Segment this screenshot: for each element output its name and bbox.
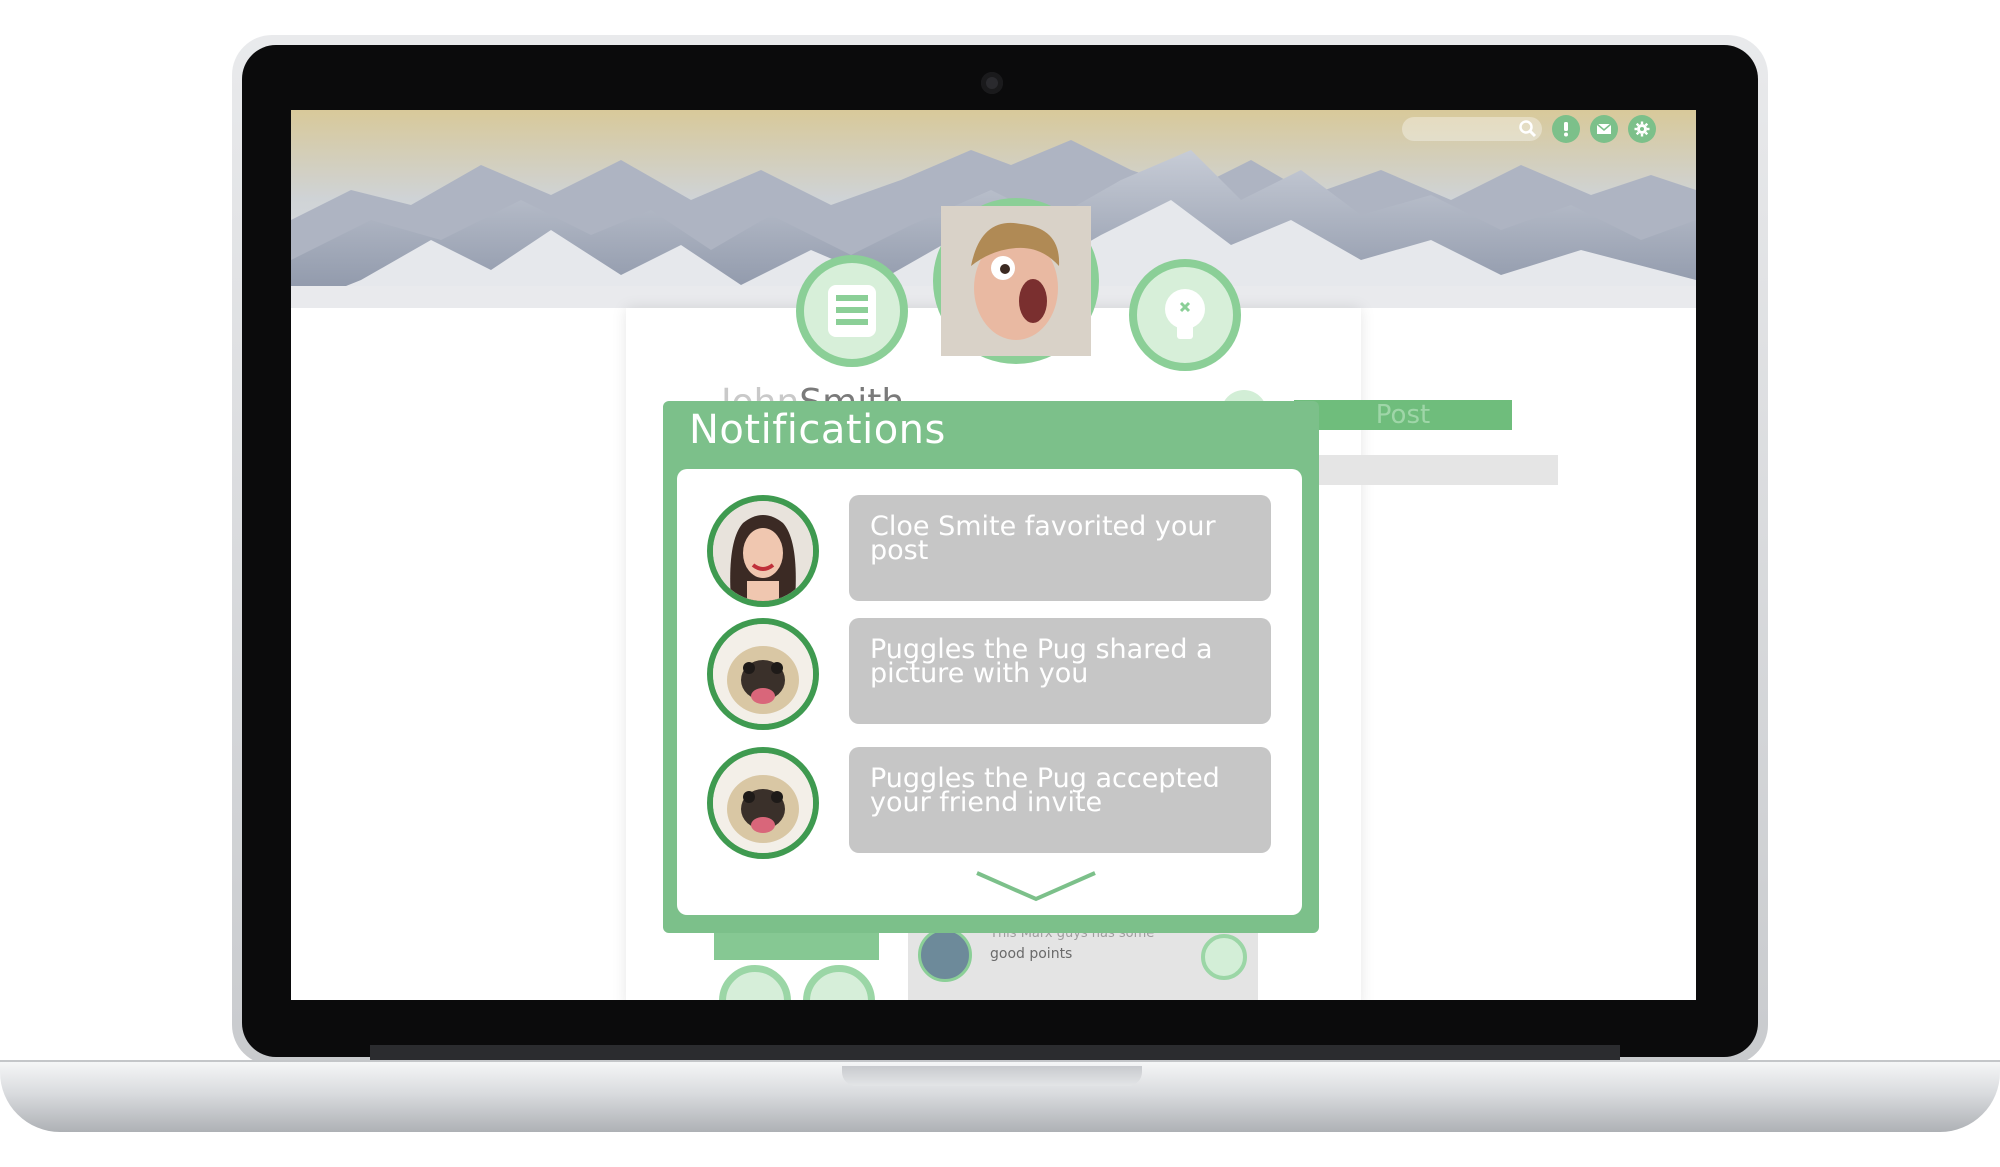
commenter-avatar bbox=[918, 928, 972, 982]
notifications-modal: Notifications Cloe Smite favorited your … bbox=[663, 401, 1319, 933]
notifications-list: Cloe Smite favorited your post Puggles t… bbox=[677, 469, 1302, 915]
lightbulb-icon bbox=[1165, 289, 1205, 339]
notification-item[interactable]: Cloe Smite favorited your post bbox=[677, 495, 1302, 607]
mail-icon bbox=[1596, 123, 1612, 134]
messages-button[interactable] bbox=[1590, 115, 1618, 143]
posts-button[interactable] bbox=[796, 255, 908, 367]
chevron-down-icon[interactable] bbox=[973, 869, 1099, 903]
post-button[interactable]: Post bbox=[1294, 400, 1512, 430]
ideas-button[interactable] bbox=[1129, 259, 1241, 371]
laptop-notch bbox=[842, 1066, 1142, 1086]
notification-text: Puggles the Pug accepted your friend inv… bbox=[849, 747, 1271, 853]
pug-avatar-image bbox=[713, 753, 813, 853]
book-icon[interactable] bbox=[1201, 934, 1247, 980]
webcam bbox=[981, 72, 1003, 94]
notification-item[interactable]: Puggles the Pug shared a picture with yo… bbox=[677, 618, 1302, 730]
header-controls bbox=[1402, 114, 1656, 144]
notification-text: Cloe Smite favorited your post bbox=[849, 495, 1271, 601]
pug-avatar[interactable] bbox=[707, 618, 819, 730]
notification-item[interactable]: Puggles the Pug accepted your friend inv… bbox=[677, 747, 1302, 859]
alerts-button[interactable] bbox=[1552, 115, 1580, 143]
gear-icon bbox=[1634, 121, 1650, 137]
settings-button[interactable] bbox=[1628, 115, 1656, 143]
laptop-hinge bbox=[370, 1045, 1620, 1061]
notifications-title: Notifications bbox=[689, 407, 946, 453]
user-avatar-image bbox=[941, 206, 1091, 356]
alert-icon bbox=[1564, 122, 1568, 137]
woman-avatar[interactable] bbox=[707, 495, 819, 607]
search-icon[interactable] bbox=[1518, 119, 1538, 139]
comment-text-line2: good points bbox=[990, 946, 1073, 962]
search-input[interactable] bbox=[1402, 117, 1542, 141]
list-icon bbox=[828, 285, 876, 337]
notification-text: Puggles the Pug shared a picture with yo… bbox=[849, 618, 1271, 724]
pug-avatar[interactable] bbox=[707, 747, 819, 859]
user-avatar[interactable] bbox=[933, 198, 1099, 364]
app-screen: JohnSmith Post This Marx guys has some g… bbox=[291, 110, 1696, 1000]
pug-avatar-image bbox=[713, 624, 813, 724]
woman-avatar-image bbox=[713, 501, 813, 601]
